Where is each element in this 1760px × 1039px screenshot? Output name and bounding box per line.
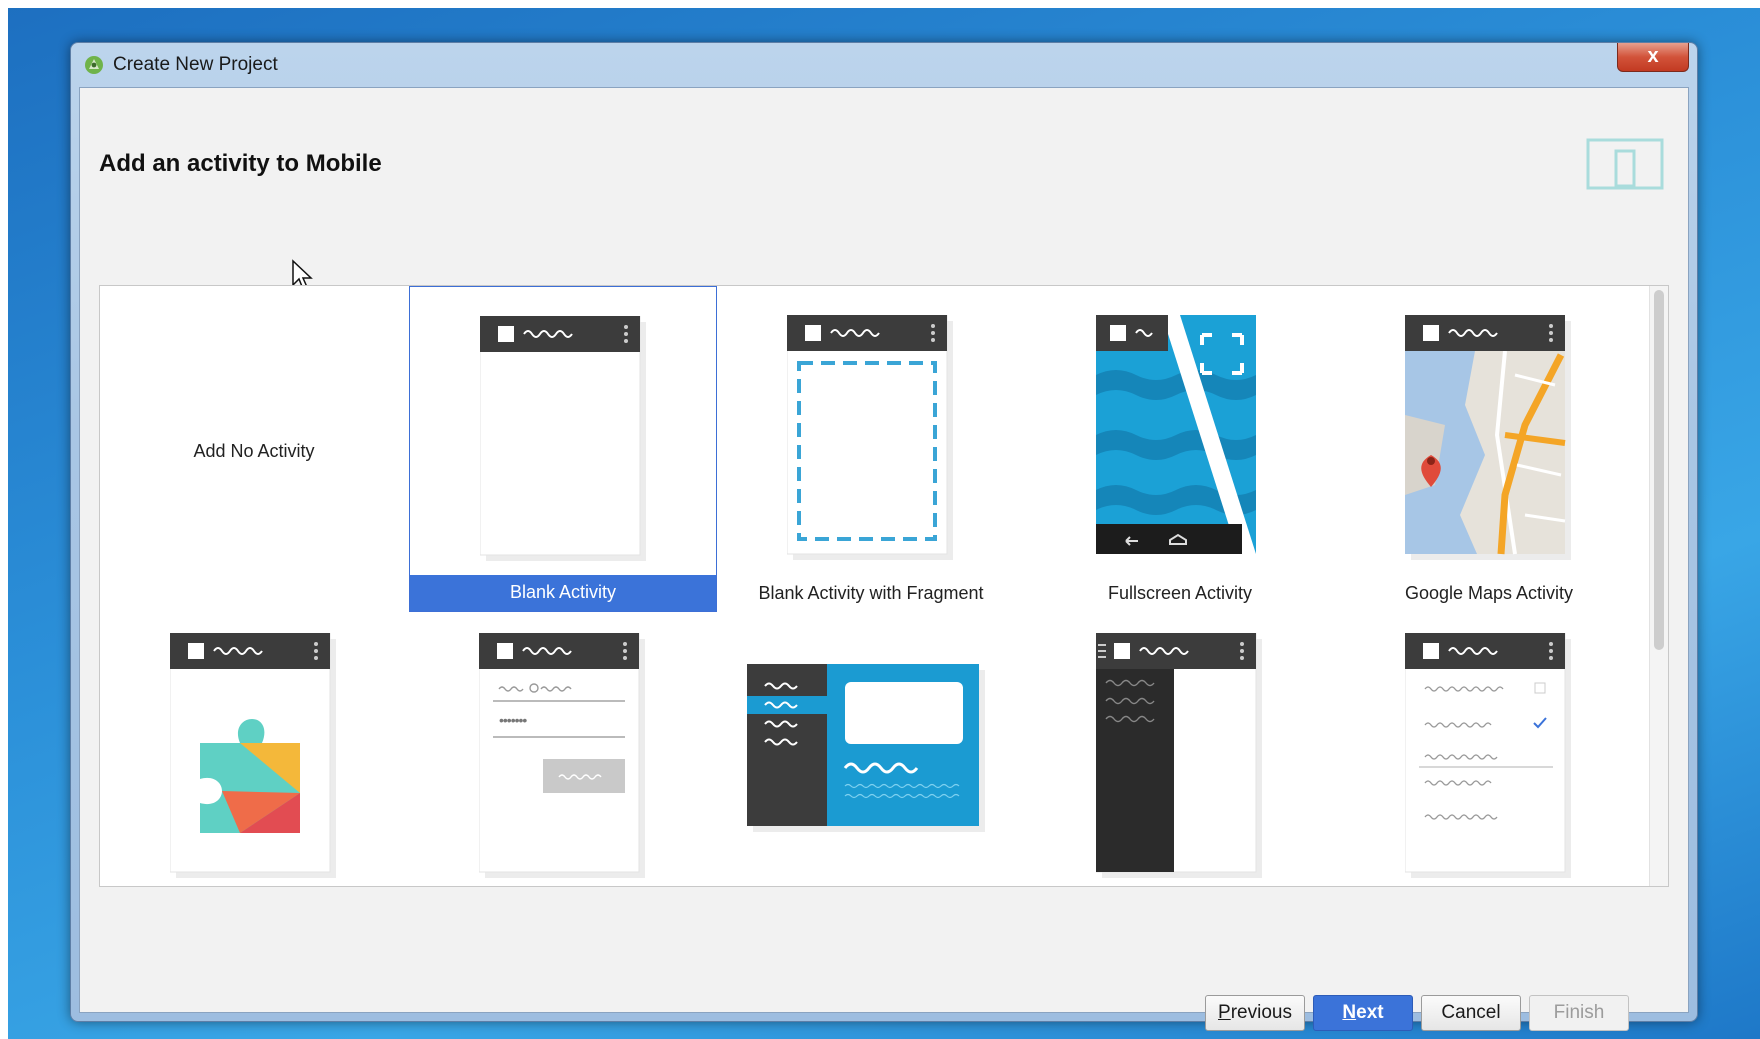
finish-button: Finish (1529, 995, 1629, 1031)
tile-master-detail-flow[interactable] (717, 612, 1025, 862)
password-dots: ••••••• (499, 712, 527, 728)
page-title: Add an activity to Mobile (99, 150, 382, 177)
desktop-edge (0, 0, 8, 1039)
play-services-thumbnail (170, 633, 336, 878)
desktop-edge (0, 0, 1760, 8)
tile-label: Blank Activity with Fragment (758, 583, 984, 603)
scrollbar-thumb[interactable] (1654, 290, 1664, 650)
navigation-drawer-thumbnail (1096, 633, 1262, 878)
tile-label: Add No Activity (193, 441, 315, 461)
device-layout-icon (1586, 138, 1664, 190)
previous-button[interactable]: Previous (1205, 995, 1305, 1031)
android-studio-icon (85, 56, 103, 74)
tile-blank-activity-fragment[interactable]: Blank Activity with Fragment (717, 286, 1025, 612)
tile-label: Fullscreen Activity (1107, 583, 1253, 603)
settings-activity-thumbnail (1405, 633, 1571, 878)
tile-add-no-activity[interactable]: Add No Activity (100, 286, 408, 612)
tile-google-maps-activity[interactable]: Google Maps Activity (1335, 286, 1643, 612)
dialog-content: Add an activity to Mobile Add No Activit… (79, 87, 1689, 1031)
blank-activity-thumbnail (480, 316, 646, 561)
create-project-dialog: Create New Project x Add an activity to … (70, 42, 1698, 1031)
tile-navigation-drawer-activity[interactable] (1026, 612, 1334, 878)
tile-play-services-activity[interactable] (100, 612, 408, 878)
title-bar[interactable]: Create New Project x (71, 43, 1697, 83)
master-detail-thumbnail (747, 664, 985, 832)
tile-settings-activity[interactable] (1335, 612, 1643, 878)
cancel-button[interactable]: Cancel (1421, 995, 1521, 1031)
tile-fullscreen-activity[interactable]: Fullscreen Activity (1026, 286, 1334, 612)
close-icon: x (1647, 45, 1659, 67)
fullscreen-activity-thumbnail (1096, 315, 1256, 554)
login-activity-thumbnail (479, 633, 645, 878)
window-title: Create New Project (113, 54, 278, 75)
tile-label: Blank Activity (410, 575, 716, 611)
gallery-scrollbar[interactable] (1649, 286, 1668, 886)
tile-login-activity[interactable]: ••••••• (409, 612, 717, 878)
tile-label: Google Maps Activity (1404, 583, 1574, 603)
fragment-activity-thumbnail (787, 315, 953, 560)
close-button[interactable]: x (1617, 43, 1689, 72)
activity-gallery: Add No Activity Blank Activity Blank Act… (99, 285, 1669, 887)
next-button[interactable]: Next (1313, 995, 1413, 1031)
maps-activity-thumbnail (1405, 315, 1571, 560)
tile-blank-activity[interactable]: Blank Activity (409, 286, 717, 612)
